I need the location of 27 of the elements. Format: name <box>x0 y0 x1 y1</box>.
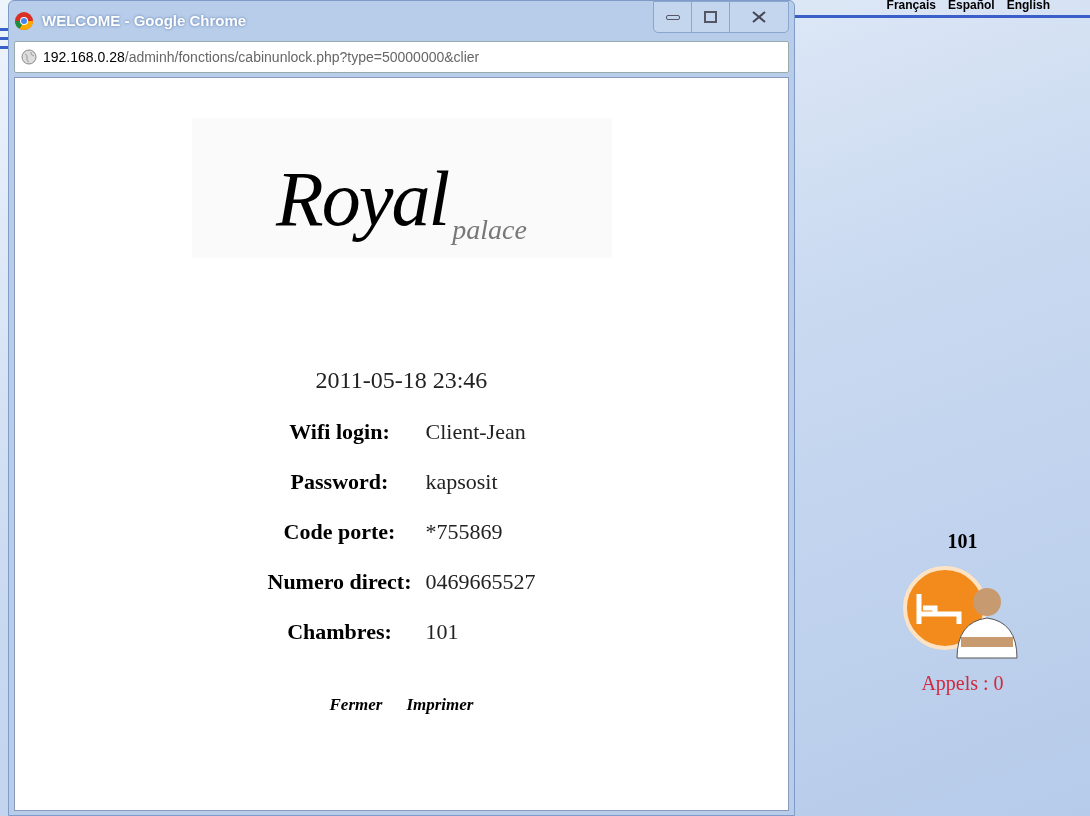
action-link[interactable]: Imprimer <box>406 692 474 718</box>
logo-sub-text: palace <box>452 216 527 244</box>
language-link[interactable]: English <box>1006 0 1050 14</box>
globe-icon <box>21 49 37 65</box>
maximize-icon <box>704 11 717 23</box>
field-value: Client-Jean <box>425 417 527 446</box>
field-label: Chambres: <box>286 617 393 646</box>
minimize-icon <box>665 14 680 20</box>
window-title: WELCOME - Google Chrome <box>42 10 247 31</box>
field-label: Numero direct: <box>267 567 412 596</box>
room-number: 101 <box>947 529 978 554</box>
field-value: 101 <box>425 617 460 646</box>
address-bar[interactable]: 192.168.0.28/adminh/fonctions/cabinunlock.php?type=50000000&clier <box>14 41 789 73</box>
datetime-text: 2011-05-18 23:46 <box>315 366 488 395</box>
calls-count: Appels : 0 <box>921 671 1004 697</box>
field-label: Code porte: <box>282 517 397 546</box>
field-label: Password: <box>289 467 390 496</box>
field-value: 0469665527 <box>425 567 536 596</box>
field-value: *755869 <box>425 517 504 546</box>
language-link[interactable]: Español <box>947 0 995 14</box>
field-value: kapsosit <box>425 467 499 496</box>
url-text: 192.168.0.28/adminh/fonctions/cabinunlock.php?type=50000000&clier <box>43 47 480 67</box>
close-icon <box>752 11 766 23</box>
field-label: Wifi login: <box>288 417 391 446</box>
chrome-logo-icon <box>14 11 34 31</box>
language-link[interactable]: Français <box>886 0 936 14</box>
action-link[interactable]: Fermer <box>329 692 383 718</box>
